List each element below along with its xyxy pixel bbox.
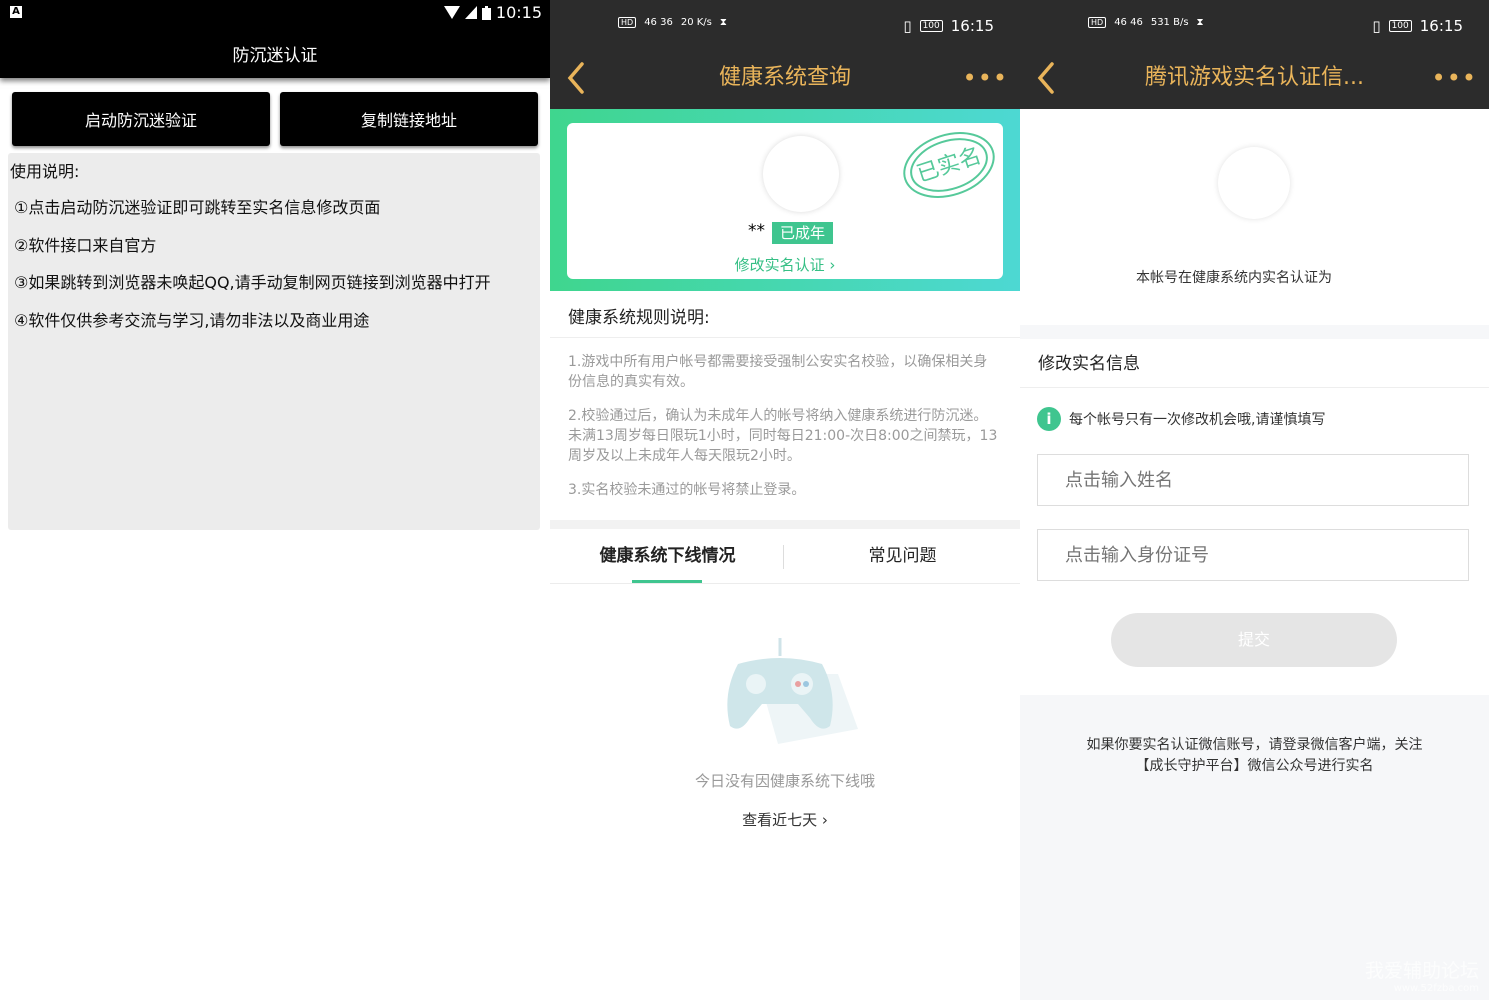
start-verification-button[interactable]: 启动防沉迷验证 — [12, 92, 270, 146]
instruction-item: ④软件仅供参考交流与学习,请勿非法以及商业用途 — [14, 310, 370, 330]
section-divider — [550, 520, 1020, 529]
watermark: 我爱辅助论坛 www.52fzba.com — [1365, 956, 1479, 994]
user-name: ** — [748, 221, 765, 241]
status-left: HD 46 46 531 B/s ⧗ — [1088, 17, 1204, 28]
week-link-label: 查看近七天 — [742, 811, 818, 829]
back-arrow-icon[interactable] — [562, 58, 592, 98]
gamepad-icon — [727, 638, 858, 744]
modify-form: 修改实名信息 i 每个帐号只有一次修改机会哦,请谨慎填写 提交 — [1020, 339, 1489, 695]
rule-item: 3.实名校验未通过的帐号将禁止登录。 — [568, 482, 806, 498]
id-number-input[interactable] — [1037, 529, 1469, 581]
profile-band: ** 已成年 修改实名认证 › 已实名 — [550, 109, 1020, 291]
certification-text: 本帐号在健康系统内实名认证为 — [1136, 270, 1332, 286]
tab-offline-status[interactable]: 健康系统下线情况 — [550, 529, 785, 583]
wifi-icon — [443, 6, 460, 19]
rules-section: 健康系统规则说明: 1.游戏中所有用户帐号都需要接受强制公安实名校验，以确保相关… — [550, 291, 1020, 500]
avatar — [763, 136, 839, 212]
adult-badge: 已成年 — [772, 222, 834, 244]
modify-link-label: 修改实名认证 — [734, 256, 825, 274]
watermark-url: www.52fzba.com — [1393, 983, 1479, 994]
verified-stamp-icon: 已实名 — [903, 132, 995, 198]
app-notification-icon: A — [10, 6, 22, 18]
more-menu-icon[interactable]: ••• — [963, 54, 1008, 102]
submit-button[interactable]: 提交 — [1111, 613, 1397, 667]
speed-readout: 20 K/s — [680, 17, 712, 28]
rules-title: 健康系统规则说明: — [550, 291, 1020, 338]
title-bar: 健康系统查询 ••• — [550, 54, 1020, 109]
status-right: 10:15 — [443, 3, 542, 22]
empty-state-text: 今日没有因健康系统下线哦 — [694, 772, 875, 790]
hourglass-icon: ⧗ — [719, 17, 727, 28]
anti-addiction-app-panel: A 10:15 防沉迷认证 启动防沉迷验证 复制链接地址 使用说明: ①点击启动… — [0, 0, 550, 1000]
status-time: 16:15 — [950, 17, 994, 35]
battery-icon: 100 — [1388, 20, 1412, 32]
status-time: 16:15 — [1419, 17, 1463, 35]
name-input[interactable] — [1037, 454, 1469, 506]
view-last-week-link[interactable]: 查看近七天 › — [550, 809, 1020, 830]
button-row: 启动防沉迷验证 复制链接地址 — [0, 78, 550, 146]
title-bar: 腾讯游戏实名认证信... ••• — [1020, 54, 1489, 109]
hourglass-icon: ⧗ — [1196, 17, 1204, 28]
vibrate-icon: ▯ — [903, 17, 912, 35]
tab-separator — [783, 545, 784, 569]
network-signal-icon: 46 36 — [644, 17, 673, 28]
page-title: 防沉迷认证 — [0, 26, 550, 78]
instructions-title: 使用说明: — [10, 162, 80, 181]
health-system-panel: HD 46 36 20 K/s ⧗ ▯ 100 16:15 健康系统查询 •••… — [550, 0, 1020, 1000]
instruction-item: ②软件接口来自官方 — [14, 235, 157, 255]
hd-icon: HD — [1088, 17, 1107, 28]
status-bar: A 10:15 — [0, 0, 550, 26]
page-title: 腾讯游戏实名认证信... — [1145, 65, 1364, 90]
avatar — [1218, 147, 1290, 219]
signal-icon — [464, 6, 477, 19]
status-bar: HD 46 46 531 B/s ⧗ ▯ 100 16:15 — [1020, 0, 1489, 54]
status-right: ▯ 100 16:15 — [903, 17, 994, 35]
instruction-item: ③如果跳转到浏览器未唤起QQ,请手动复制网页链接到浏览器中打开 — [14, 273, 491, 292]
profile-card: ** 已成年 修改实名认证 › 已实名 — [567, 123, 1003, 279]
speed-readout: 531 B/s — [1150, 17, 1189, 28]
status-left: HD 46 36 20 K/s ⧗ — [618, 17, 727, 28]
notice-text: 每个帐号只有一次修改机会哦,请谨慎填写 — [1069, 412, 1326, 428]
status-bar: HD 46 36 20 K/s ⧗ ▯ 100 16:15 — [550, 0, 1020, 54]
network-signal-icon: 46 46 — [1114, 17, 1143, 28]
back-arrow-icon[interactable] — [1032, 58, 1062, 98]
realname-modify-panel: HD 46 46 531 B/s ⧗ ▯ 100 16:15 腾讯游戏实名认证信… — [1020, 0, 1489, 1000]
instructions-box: 使用说明: ①点击启动防沉迷验证即可跳转至实名信息修改页面 ②软件接口来自官方 … — [8, 153, 540, 530]
rule-item: 1.游戏中所有用户帐号都需要接受强制公安实名校验，以确保相关身份信息的真实有效。 — [568, 354, 988, 390]
section-title: 修改实名信息 — [1020, 339, 1489, 388]
vibrate-icon: ▯ — [1372, 17, 1381, 35]
account-summary: 本帐号在健康系统内实名认证为 — [1020, 109, 1489, 325]
modify-verification-link[interactable]: 修改实名认证 › — [567, 254, 1003, 275]
battery-icon — [481, 5, 491, 20]
tab-faq[interactable]: 常见问题 — [785, 529, 1020, 583]
tab-bar: 健康系统下线情况 常见问题 — [550, 529, 1020, 584]
copy-link-button[interactable]: 复制链接地址 — [280, 92, 538, 146]
wechat-line: 【成长守护平台】微信公众号进行实名 — [1135, 758, 1374, 774]
info-icon: i — [1037, 407, 1061, 431]
instruction-item: ①点击启动防沉迷验证即可跳转至实名信息修改页面 — [14, 198, 381, 217]
wechat-notice: 如果你要实名认证微信账号，请登录微信客户端，关注 【成长守护平台】微信公众号进行… — [1020, 735, 1489, 777]
hd-icon: HD — [618, 17, 637, 28]
rule-item: 2.校验通过后，确认为未成年人的帐号将纳入健康系统进行防沉迷。未满13周岁每日限… — [568, 408, 998, 464]
battery-icon: 100 — [919, 20, 943, 32]
page-title: 健康系统查询 — [718, 65, 851, 90]
status-time: 10:15 — [495, 3, 542, 22]
notice: i 每个帐号只有一次修改机会哦,请谨慎填写 — [1037, 407, 1325, 431]
status-right: ▯ 100 16:15 — [1372, 17, 1463, 35]
watermark-main: 我爱辅助论坛 — [1364, 960, 1479, 982]
more-menu-icon[interactable]: ••• — [1432, 54, 1477, 102]
wechat-line: 如果你要实名认证微信账号，请登录微信客户端，关注 — [1086, 737, 1423, 753]
